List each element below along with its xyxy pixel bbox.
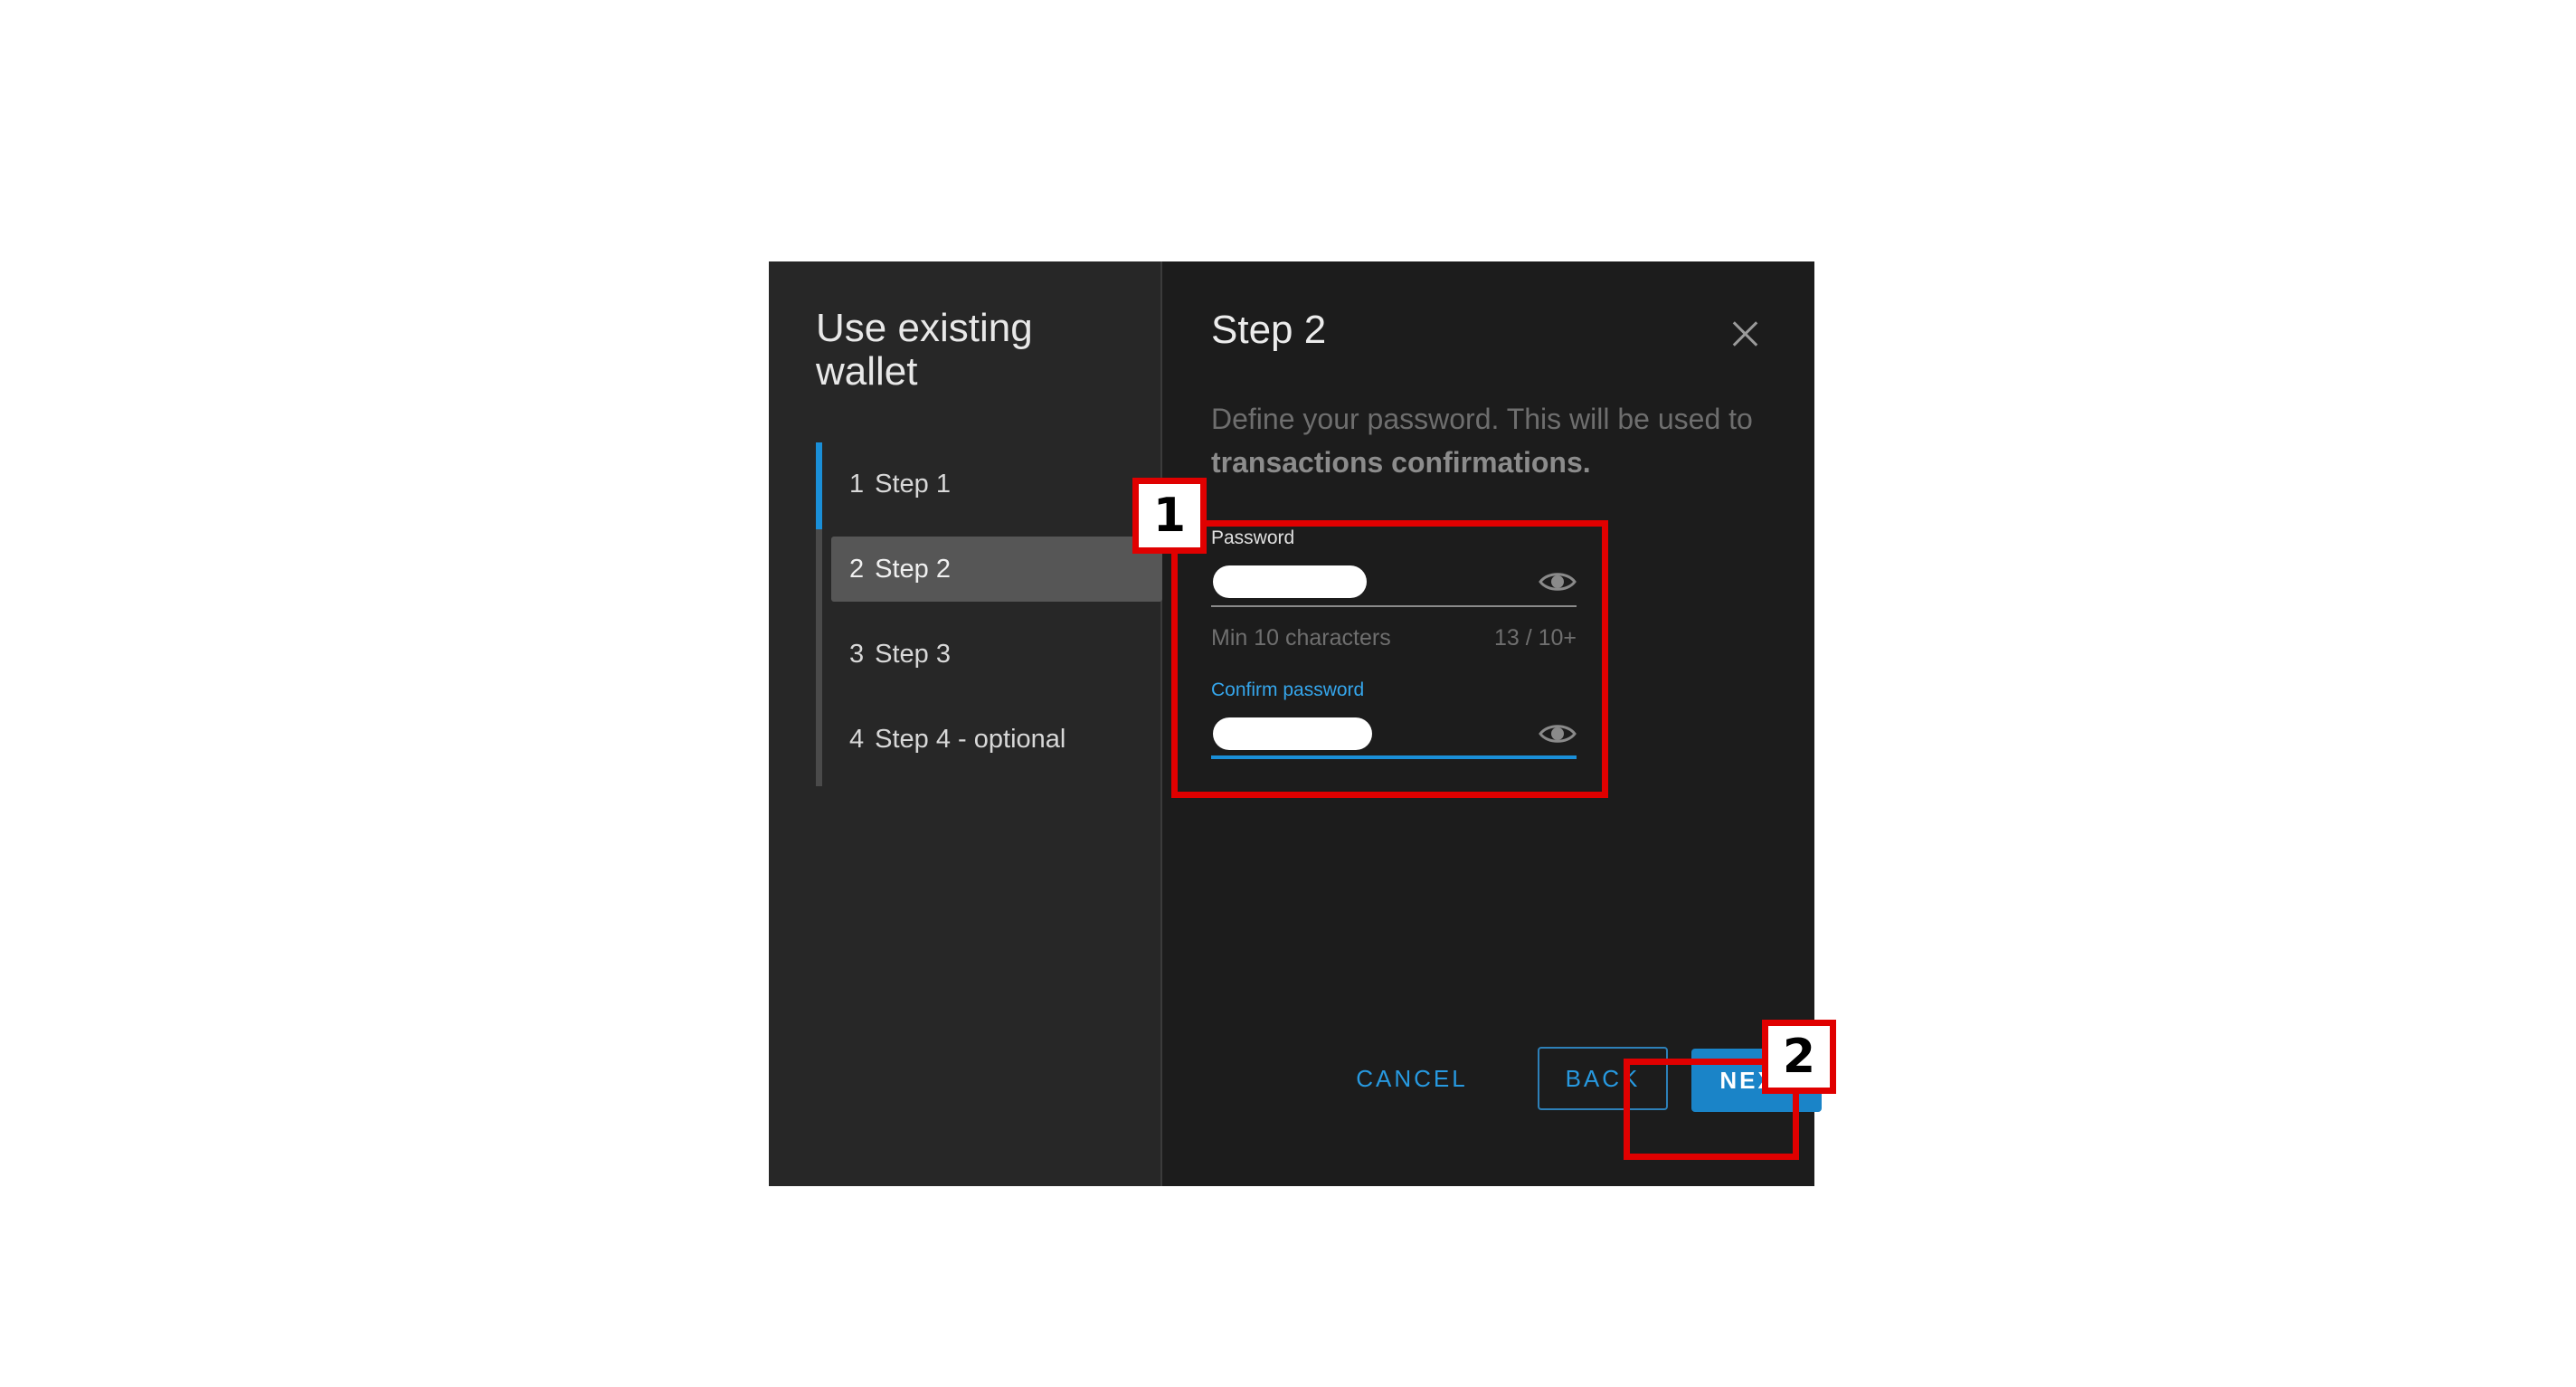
step-label: Step 3 — [875, 640, 951, 669]
step-number: 4 — [849, 725, 865, 754]
step-number: 2 — [849, 555, 865, 584]
sidebar-title: Use existing wallet — [816, 306, 1033, 394]
cancel-button[interactable]: CANCEL — [1321, 1047, 1502, 1110]
step-item-2[interactable]: 2 Step 2 — [831, 537, 1162, 602]
description-emphasis: transactions confirmations. — [1211, 446, 1591, 479]
step-item-1[interactable]: 1 Step 1 — [822, 451, 1162, 517]
step-number: 3 — [849, 640, 865, 669]
step-list: 1 Step 1 2 Step 2 3 Step 3 4 Step 4 - option… — [816, 442, 1169, 786]
step-label: Step 2 — [875, 555, 951, 584]
step-progress-indicator — [816, 442, 822, 529]
annotation-label-1: 1 — [1132, 478, 1207, 554]
annotation-label-2: 2 — [1762, 1020, 1836, 1094]
close-icon[interactable] — [1728, 318, 1761, 350]
step-number: 1 — [849, 470, 865, 499]
annotation-box-1 — [1171, 520, 1608, 798]
description-text: Define your password. This will be used … — [1211, 403, 1753, 435]
step-item-3[interactable]: 3 Step 3 — [822, 622, 1162, 687]
step-item-4[interactable]: 4 Step 4 - optional — [822, 707, 1162, 772]
step-label: Step 4 - optional — [875, 725, 1066, 754]
step-description: Define your password. This will be used … — [1211, 397, 1772, 484]
wizard-sidebar: Use existing wallet 1 Step 1 2 Step 2 3 Ste… — [769, 261, 1162, 1186]
step-heading: Step 2 — [1211, 308, 1327, 352]
step-label: Step 1 — [875, 470, 951, 499]
